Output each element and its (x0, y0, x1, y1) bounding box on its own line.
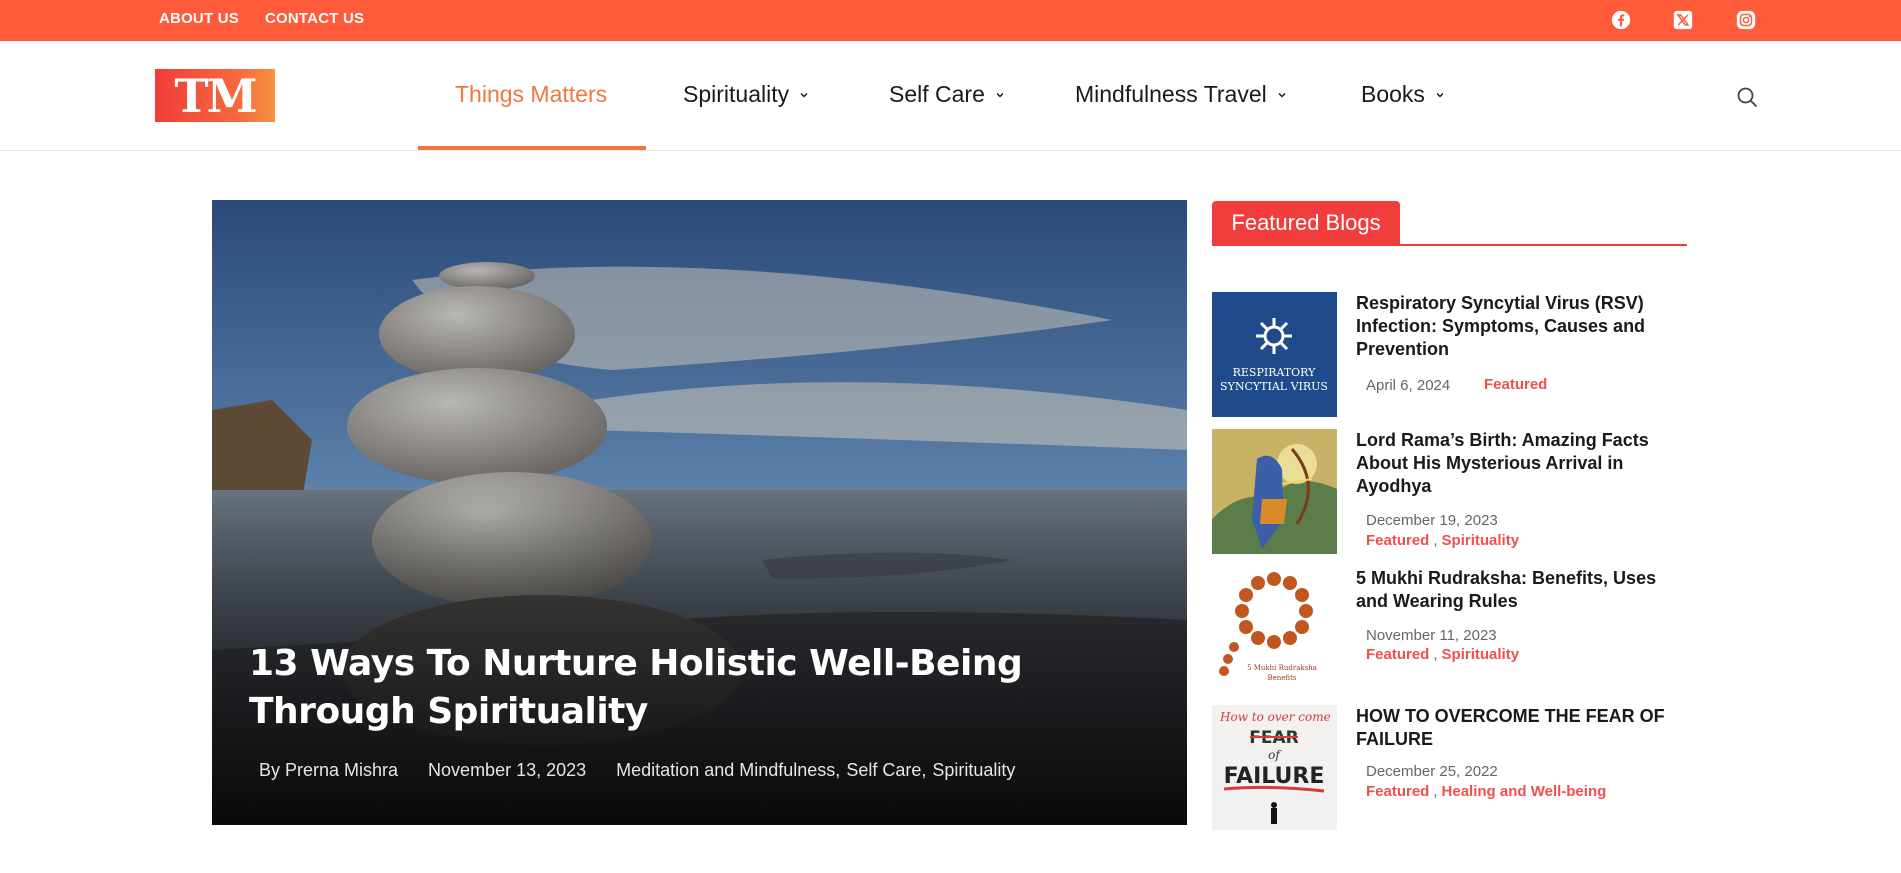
post-category-link[interactable]: Spirituality (1442, 532, 1520, 549)
thumb-label-line4: FAILURE (1224, 764, 1325, 789)
x-twitter-icon[interactable] (1672, 9, 1694, 31)
chevron-down-icon (1278, 92, 1286, 98)
featured-post[interactable]: Lord Rama’s Birth: Amazing Facts About H… (1212, 429, 1692, 555)
post-title[interactable]: HOW TO OVERCOME THE FEAR OF FAILURE (1356, 705, 1676, 751)
featured-blogs-title: Featured Blogs (1212, 201, 1400, 244)
chevron-down-icon (1436, 92, 1444, 98)
nav-books[interactable]: Books (1361, 81, 1445, 108)
post-title[interactable]: Lord Rama’s Birth: Amazing Facts About H… (1356, 429, 1676, 498)
logo-text: TM (174, 69, 257, 122)
post-categories: Featured, Spirituality (1366, 646, 1520, 663)
nav-spirituality[interactable]: Spirituality (683, 81, 809, 108)
thumb-label-line1: How to over come (1219, 710, 1331, 724)
instagram-icon[interactable] (1735, 9, 1757, 31)
top-bar: ABOUT US CONTACT US (0, 0, 1901, 41)
featured-post[interactable]: RESPIRATORY SYNCYTIAL VIRUS Respiratory … (1212, 292, 1692, 418)
hero-featured-post[interactable]: 13 Ways To Nurture Holistic Well-Being T… (212, 200, 1187, 825)
hero-category-link[interactable]: Spirituality (932, 760, 1015, 781)
post-date: November 11, 2023 (1366, 627, 1497, 644)
post-category-link[interactable]: Spirituality (1442, 646, 1520, 663)
site-logo[interactable]: TM (155, 69, 275, 122)
chevron-down-icon (800, 92, 808, 98)
featured-blogs-header: Featured Blogs (1212, 201, 1687, 246)
post-date: December 25, 2022 (1366, 763, 1498, 780)
nav-things-matters[interactable]: Things Matters (455, 81, 607, 108)
facebook-icon[interactable] (1610, 9, 1632, 31)
hero-meta: By Prerna Mishra November 13, 2023 Medit… (259, 760, 1015, 781)
nav-label: Mindfulness Travel (1075, 81, 1267, 107)
active-nav-indicator (418, 146, 646, 150)
post-category-link[interactable]: Healing and Well-being (1442, 783, 1607, 800)
nav-mindfulness-travel[interactable]: Mindfulness Travel (1075, 81, 1287, 108)
nav-label: Books (1361, 81, 1425, 107)
nav-label: Things Matters (455, 81, 608, 107)
contact-us-link[interactable]: CONTACT US (265, 10, 364, 27)
post-categories: Featured, Healing and Well-being (1366, 783, 1607, 800)
post-categories: Featured (1484, 376, 1547, 393)
hero-category-link[interactable]: Meditation and Mindfulness (616, 760, 835, 780)
site-header: TM Things Matters Spirituality Self Care… (0, 41, 1901, 151)
nav-label: Spirituality (683, 81, 790, 107)
post-category-link[interactable]: Featured (1366, 532, 1429, 549)
thumb-label-line2: SYNCYTIAL VIRUS (1220, 380, 1328, 393)
search-icon[interactable] (1735, 85, 1759, 109)
post-category-link[interactable]: Featured (1484, 376, 1547, 393)
post-title[interactable]: 5 Mukhi Rudraksha: Benefits, Uses and We… (1356, 567, 1676, 613)
post-category-link[interactable]: Featured (1366, 646, 1429, 663)
hero-date: November 13, 2023 (428, 760, 587, 780)
featured-post[interactable]: 5 Mukhi Rudraksha Benefits 5 Mukhi Rudra… (1212, 567, 1692, 693)
post-categories: Featured, Spirituality (1366, 532, 1520, 549)
nav-label: Self Care (889, 81, 985, 107)
post-date: December 19, 2023 (1366, 512, 1498, 529)
hero-category-link[interactable]: Self Care (846, 760, 921, 780)
post-thumbnail[interactable]: How to over come FEAR of FAILURE (1212, 705, 1337, 830)
post-thumbnail[interactable]: 5 Mukhi Rudraksha Benefits (1212, 567, 1337, 692)
featured-post[interactable]: How to over come FEAR of FAILURE HOW TO … (1212, 705, 1692, 831)
hero-categories: Meditation and Mindfulness, Self Care, S… (616, 760, 1016, 781)
post-title[interactable]: Respiratory Syncytial Virus (RSV) Infect… (1356, 292, 1676, 361)
hero-title[interactable]: 13 Ways To Nurture Holistic Well-Being T… (249, 640, 1149, 736)
post-thumbnail[interactable] (1212, 429, 1337, 554)
chevron-down-icon (996, 92, 1004, 98)
hero-author[interactable]: By Prerna Mishra (259, 760, 398, 781)
about-us-link[interactable]: ABOUT US (159, 10, 239, 27)
thumb-label-line2: Benefits (1267, 674, 1296, 682)
post-date: April 6, 2024 (1366, 377, 1451, 394)
post-category-link[interactable]: Featured (1366, 783, 1429, 800)
nav-self-care[interactable]: Self Care (889, 81, 1005, 108)
thumb-label-line1: 5 Mukhi Rudraksha (1247, 664, 1317, 672)
thumb-label-line1: RESPIRATORY (1233, 366, 1317, 379)
post-thumbnail[interactable]: RESPIRATORY SYNCYTIAL VIRUS (1212, 292, 1337, 417)
